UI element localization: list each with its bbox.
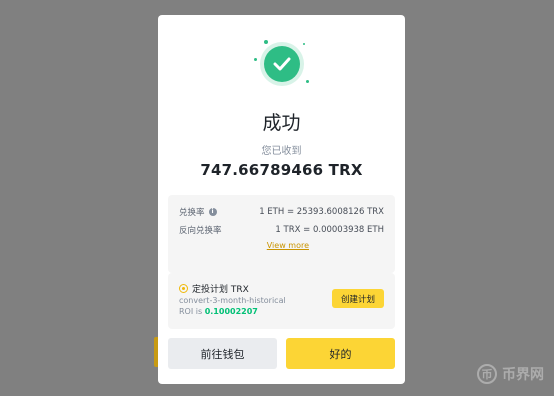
plan-title: 定投计划 TRX xyxy=(192,285,249,295)
inverse-rate-label: 反向兑换率 xyxy=(179,226,222,236)
plan-name: convert-3-month-historical xyxy=(179,296,286,305)
received-label: 您已收到 xyxy=(261,146,302,157)
rate-label: 兑换率 xyxy=(179,208,205,218)
view-more-link[interactable]: View more xyxy=(267,241,309,250)
inverse-rate-value: 1 TRX = 0.00003938 ETH xyxy=(275,225,384,235)
ok-button[interactable]: 好的 xyxy=(286,338,395,369)
success-graphic xyxy=(254,38,310,94)
info-icon[interactable]: i xyxy=(208,208,217,216)
plan-title-row: 定投计划 TRX xyxy=(179,282,249,295)
watermark-coin-icon: 币 xyxy=(477,364,497,384)
go-to-wallet-button[interactable]: 前往钱包 xyxy=(168,338,277,369)
rate-value: 1 ETH = 25393.6008126 TRX xyxy=(259,207,384,217)
check-icon xyxy=(264,46,300,82)
inverse-rate-row: 反向兑换率 1 TRX = 0.00003938 ETH xyxy=(179,224,384,236)
watermark-logo: 币 币界网 xyxy=(477,364,544,384)
sparkle-dot xyxy=(306,80,309,83)
received-amount: 747.66789466 TRX xyxy=(200,161,363,179)
roi-label: ROI is xyxy=(179,307,203,316)
sparkle-dot xyxy=(264,40,268,44)
rate-panel: 兑换率 i 1 ETH = 25393.6008126 TRX 反向兑换率 1 … xyxy=(168,195,395,273)
success-modal: 成功 您已收到 747.66789466 TRX 兑换率 i 1 ETH = 2… xyxy=(158,15,405,384)
rate-row: 兑换率 i 1 ETH = 25393.6008126 TRX xyxy=(179,206,384,218)
sparkle-dot xyxy=(254,58,257,61)
plan-roi: ROI is 0.10002207 xyxy=(179,307,258,316)
watermark-text: 币界网 xyxy=(502,367,544,383)
rate-label-group: 兑换率 i xyxy=(179,206,217,218)
recurring-plan-panel: 定投计划 TRX convert-3-month-historical ROI … xyxy=(168,273,395,329)
create-plan-button[interactable]: 创建计划 xyxy=(332,289,384,308)
recurring-plan-icon xyxy=(179,284,188,293)
modal-title: 成功 xyxy=(262,112,301,134)
roi-value: 0.10002207 xyxy=(204,307,258,316)
sparkle-dot xyxy=(303,43,305,45)
